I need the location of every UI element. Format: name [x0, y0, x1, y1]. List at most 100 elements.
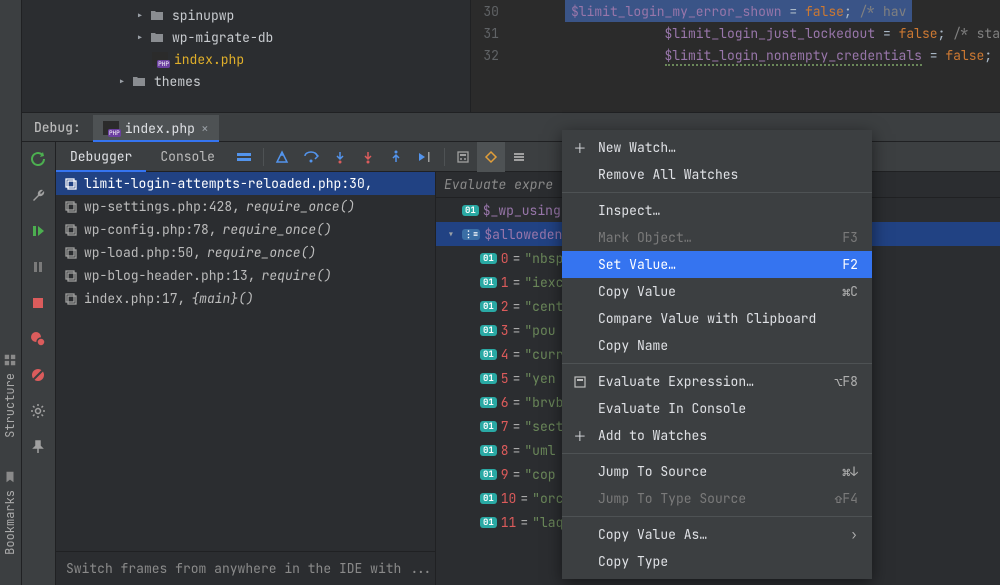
- menu-inspect[interactable]: Inspect…: [562, 197, 872, 224]
- debug-tab-index-php[interactable]: index.php ×: [93, 115, 219, 141]
- frames-pane[interactable]: limit-login-attempts-reloaded.php:30, wp…: [56, 172, 436, 585]
- menu-label: Copy Name: [598, 337, 858, 354]
- var-index: 10: [501, 490, 517, 507]
- plus-icon: ＋: [572, 138, 588, 157]
- var-name: $_wp_using: [483, 202, 561, 219]
- show-execution-point-icon[interactable]: [268, 142, 296, 172]
- tab-debugger[interactable]: Debugger: [56, 142, 146, 172]
- menu-remove-all-watches[interactable]: Remove All Watches: [562, 161, 872, 188]
- scalar-badge-icon: 01: [480, 397, 497, 408]
- step-over-icon[interactable]: [296, 142, 326, 172]
- menu-label: Add to Watches: [598, 427, 858, 444]
- view-breakpoints-button[interactable]: [27, 328, 49, 350]
- stop-button[interactable]: [27, 292, 49, 314]
- tab-label: Console: [160, 148, 215, 165]
- threads-icon[interactable]: [229, 142, 259, 172]
- stack-frame[interactable]: wp-load.php:50, require_once(): [56, 241, 435, 264]
- editor-line-32[interactable]: 32 $limit_login_nonempty_credentials = f…: [471, 44, 1000, 66]
- chevron-right-icon: ▸: [134, 7, 146, 24]
- equals: =: [513, 346, 521, 363]
- folder-icon: [150, 31, 166, 43]
- step-into-icon[interactable]: [326, 142, 354, 172]
- tree-file-index-php[interactable]: index.php: [22, 48, 470, 70]
- menu-set-value[interactable]: Set Value… F2: [562, 251, 872, 278]
- menu-evaluate-expression[interactable]: Evaluate Expression… ⌥F8: [562, 368, 872, 395]
- frame-fn: {main}(): [191, 290, 253, 307]
- tree-dir-themes[interactable]: ▸ themes: [22, 70, 470, 92]
- evaluate-expression-icon[interactable]: [449, 142, 477, 172]
- more-icon[interactable]: ⋮: [433, 560, 435, 577]
- stack-frame[interactable]: index.php:17, {main}(): [56, 287, 435, 310]
- var-value: "brvb: [524, 394, 563, 411]
- menu-copy-name[interactable]: Copy Name: [562, 332, 872, 359]
- menu-shortcut: ⇧F4: [835, 490, 858, 507]
- scalar-badge-icon: 01: [480, 349, 497, 360]
- var-index: 9: [501, 466, 509, 483]
- menu-copy-type[interactable]: Copy Type: [562, 548, 872, 575]
- pin-button[interactable]: [27, 436, 49, 458]
- trace-current-stream-chain-icon[interactable]: [477, 142, 505, 172]
- chevron-down-icon[interactable]: ▾: [444, 226, 458, 243]
- layout-settings-icon[interactable]: [505, 142, 533, 172]
- wrench-icon[interactable]: [27, 184, 49, 206]
- stack-frame[interactable]: wp-config.php:78, require_once(): [56, 218, 435, 241]
- mute-breakpoints-button[interactable]: [27, 364, 49, 386]
- rerun-button[interactable]: [27, 148, 49, 170]
- menu-compare-clipboard[interactable]: Compare Value with Clipboard: [562, 305, 872, 332]
- menu-shortcut: ⌘↓: [842, 463, 858, 480]
- project-tree[interactable]: ▸ spinupwp ▸ wp-migrate-db index.php ▸ t…: [22, 0, 470, 112]
- var-name: $allowedent: [484, 226, 570, 243]
- menu-copy-value[interactable]: Copy Value ⌘C: [562, 278, 872, 305]
- bookmarks-tool[interactable]: Bookmarks: [2, 470, 18, 555]
- debug-label: Debug:: [22, 119, 93, 136]
- bookmarks-label: Bookmarks: [2, 490, 18, 555]
- equals: =: [513, 370, 521, 387]
- tree-dir-wp-migrate-db[interactable]: ▸ wp-migrate-db: [22, 26, 470, 48]
- evaluate-placeholder: Evaluate expre: [444, 176, 553, 193]
- equals: =: [520, 514, 528, 531]
- stack-frame[interactable]: limit-login-attempts-reloaded.php:30,: [56, 172, 435, 195]
- chevron-right-icon: ▸: [134, 29, 146, 46]
- menu-separator: [562, 192, 872, 193]
- force-step-into-icon[interactable]: [354, 142, 382, 172]
- pause-button[interactable]: [27, 256, 49, 278]
- stack-frame[interactable]: wp-blog-header.php:13, require(): [56, 264, 435, 287]
- menu-label: Copy Value: [598, 283, 832, 300]
- tree-item-label: themes: [154, 73, 201, 90]
- equals: =: [513, 250, 521, 267]
- menu-add-to-watches[interactable]: ＋ Add to Watches: [562, 422, 872, 449]
- menu-separator: [562, 516, 872, 517]
- folder-icon: [132, 75, 148, 87]
- menu-label: Copy Type: [598, 553, 858, 570]
- menu-shortcut: F3: [842, 229, 858, 246]
- menu-jump-to-source[interactable]: Jump To Source ⌘↓: [562, 458, 872, 485]
- menu-new-watch[interactable]: ＋ New Watch…: [562, 134, 872, 161]
- var-index: 8: [501, 442, 509, 459]
- frame-icon: [64, 200, 78, 214]
- frame-icon: [64, 223, 78, 237]
- equals: =: [513, 442, 521, 459]
- tree-dir-spinupwp[interactable]: ▸ spinupwp: [22, 4, 470, 26]
- menu-label: Mark Object…: [598, 229, 832, 246]
- run-to-cursor-icon[interactable]: [410, 142, 440, 172]
- editor[interactable]: 30 $limit_login_my_error_shown = false; …: [470, 0, 1000, 112]
- menu-evaluate-in-console[interactable]: Evaluate In Console: [562, 395, 872, 422]
- resume-button[interactable]: [27, 220, 49, 242]
- menu-copy-value-as[interactable]: Copy Value As… ›: [562, 521, 872, 548]
- tree-item-label: index.php: [174, 51, 244, 68]
- plus-icon: ＋: [572, 426, 588, 445]
- structure-tool[interactable]: Structure: [2, 353, 18, 438]
- stack-frame[interactable]: wp-settings.php:428, require_once(): [56, 195, 435, 218]
- frame-location: index.php:17,: [84, 290, 185, 307]
- var-index: 2: [501, 298, 509, 315]
- var-value: "laq: [532, 514, 563, 531]
- frame-fn: require_once(): [207, 244, 316, 261]
- line-number: 30: [471, 3, 507, 20]
- settings-button[interactable]: [27, 400, 49, 422]
- step-out-icon[interactable]: [382, 142, 410, 172]
- menu-jump-to-type-source: Jump To Type Source ⇧F4: [562, 485, 872, 512]
- close-icon[interactable]: ×: [201, 120, 209, 137]
- menu-label: Evaluate Expression…: [598, 373, 825, 390]
- menu-label: Set Value…: [598, 256, 832, 273]
- tab-console[interactable]: Console: [146, 142, 229, 172]
